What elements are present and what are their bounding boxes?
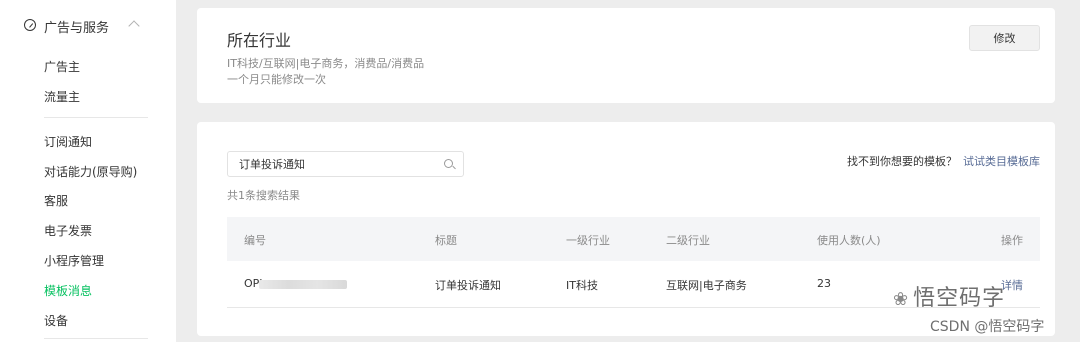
column-header-action: 操作 [1001, 234, 1023, 247]
watermark-text: 悟空码字 [913, 286, 1006, 311]
sidebar-group-label: 广告与服务 [44, 21, 110, 36]
watermark-csdn: CSDN @悟空码字 [930, 319, 1045, 335]
cell-users: 23 [817, 277, 831, 290]
cell-industry2: 互联网|电子商务 [666, 279, 747, 292]
sidebar-item-e-invoice[interactable]: 电子发票 [44, 222, 92, 239]
sidebar-divider [44, 117, 148, 118]
cell-industry1: IT科技 [566, 279, 598, 292]
edit-industry-button[interactable]: 修改 [969, 25, 1040, 51]
industry-value: IT科技/互联网|电子商务，消费品/消费品 [227, 57, 425, 70]
industry-title: 所在行业 [227, 31, 292, 50]
blurred-id-mask [259, 280, 347, 289]
category-template-library-link[interactable]: 试试类目模板库 [963, 153, 1040, 169]
column-header-industry2: 二级行业 [666, 234, 710, 247]
search-input[interactable] [239, 155, 429, 173]
sidebar-item-advertiser[interactable]: 广告主 [44, 58, 80, 75]
sidebar-group-ads-services[interactable]: 广告与服务 [0, 14, 176, 38]
sidebar-item-template-message[interactable]: 模板消息 [44, 282, 92, 299]
industry-note: 一个月只能修改一次 [227, 73, 326, 86]
column-header-users: 使用人数(人) [817, 234, 881, 247]
result-count: 共1条搜索结果 [227, 189, 300, 202]
sidebar: 广告与服务 广告主 流量主 订阅通知 对话能力(原导购) 客服 电子发票 小程序… [0, 0, 176, 342]
search-box[interactable] [227, 151, 464, 177]
wechat-icon: ❀ [893, 289, 910, 310]
not-found-text: 找不到你想要的模板？ [847, 155, 957, 168]
compass-icon [24, 19, 36, 31]
sidebar-item-customer-service[interactable]: 客服 [44, 192, 68, 209]
column-header-industry1: 一级行业 [566, 234, 610, 247]
sidebar-item-conversation[interactable]: 对话能力(原导购) [44, 163, 137, 180]
sidebar-item-mini-program[interactable]: 小程序管理 [44, 252, 104, 269]
sidebar-item-subscription[interactable]: 订阅通知 [44, 133, 92, 150]
search-icon[interactable] [444, 159, 453, 168]
industry-card: 所在行业 IT科技/互联网|电子商务，消费品/消费品 一个月只能修改一次 修改 [197, 8, 1055, 103]
sidebar-item-device[interactable]: 设备 [44, 312, 68, 329]
column-header-id: 编号 [244, 234, 266, 247]
cell-title: 订单投诉通知 [435, 279, 501, 292]
column-header-title: 标题 [435, 234, 457, 247]
sidebar-divider [44, 338, 148, 339]
sidebar-item-publisher[interactable]: 流量主 [44, 88, 80, 105]
table-header: 编号 标题 一级行业 二级行业 使用人数(人) 操作 [227, 217, 1040, 261]
watermark-logo: ❀ 悟空码字 [893, 280, 1005, 312]
chevron-up-icon[interactable] [128, 20, 140, 32]
